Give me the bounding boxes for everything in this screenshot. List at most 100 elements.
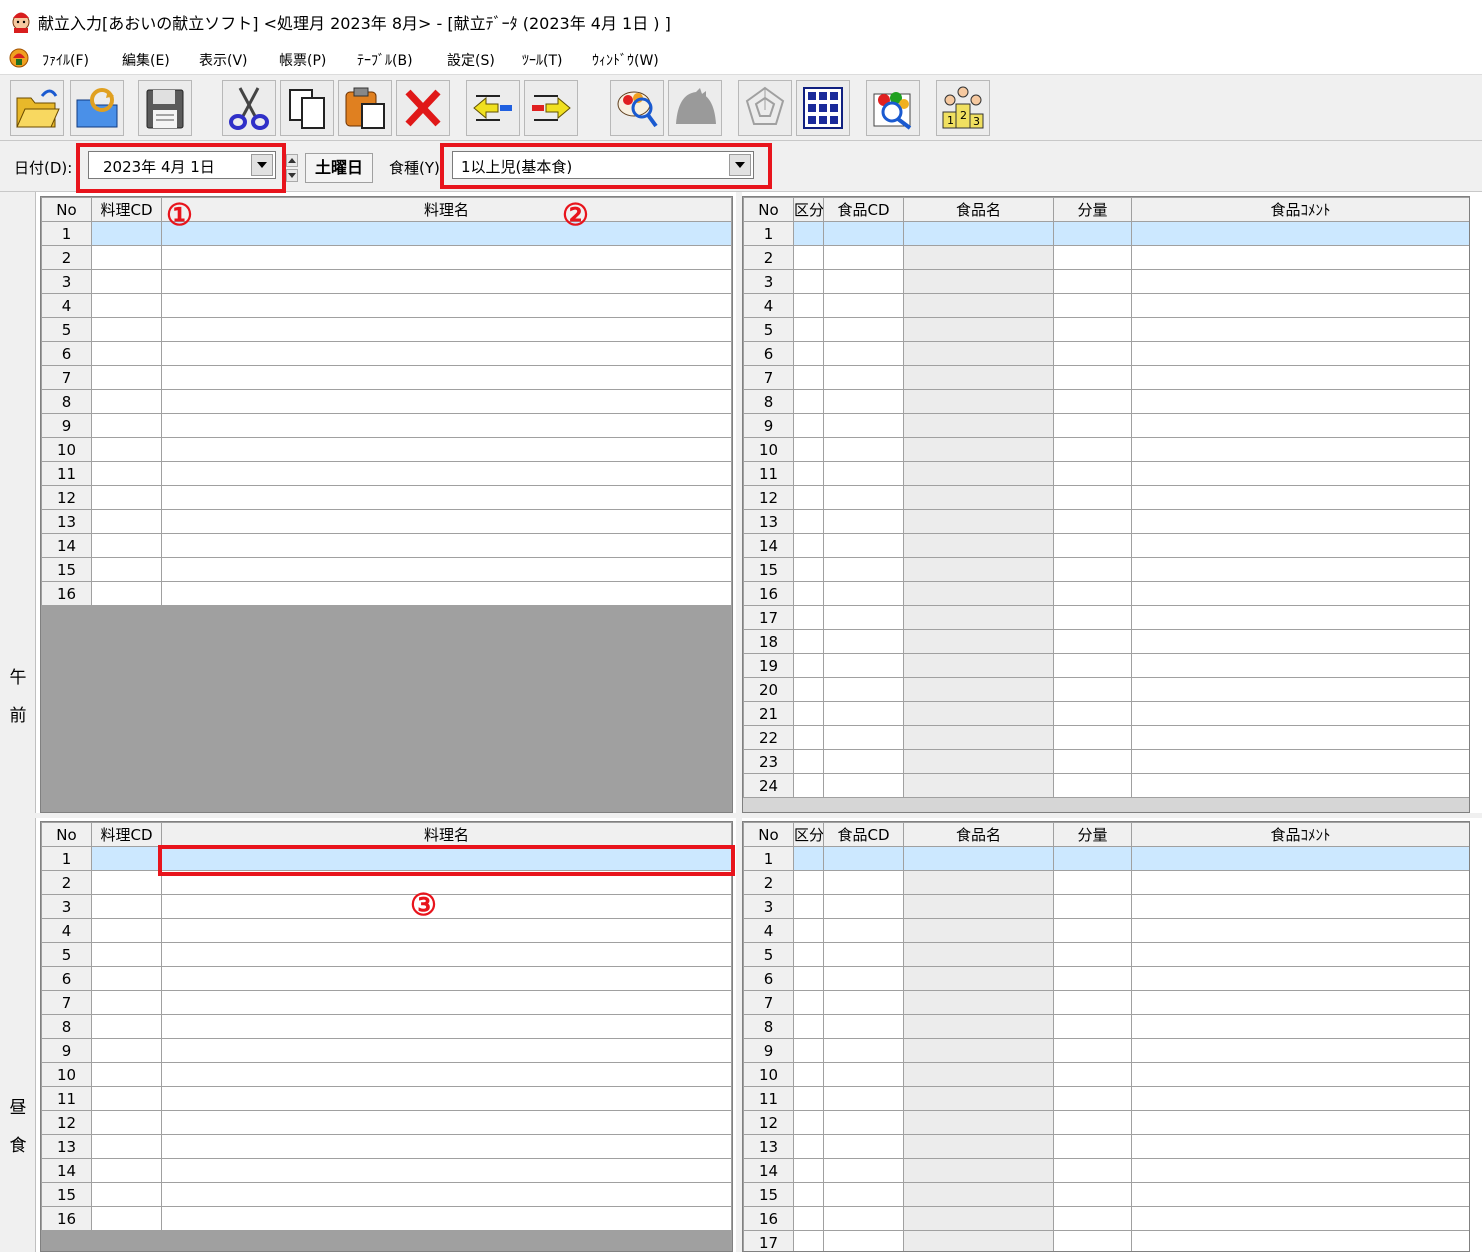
table-row[interactable]: 11 bbox=[41, 461, 732, 486]
cell-category[interactable] bbox=[793, 966, 824, 991]
cell-category[interactable] bbox=[793, 1086, 824, 1111]
cell-food-cd[interactable] bbox=[823, 533, 904, 558]
cell-food-cd[interactable] bbox=[823, 317, 904, 342]
table-row[interactable]: 24 bbox=[743, 773, 1469, 798]
table-row[interactable]: 7 bbox=[743, 365, 1469, 390]
cell-food-comment[interactable] bbox=[1131, 341, 1469, 366]
food-check-button[interactable] bbox=[866, 80, 920, 136]
cell-food-cd[interactable] bbox=[823, 1182, 904, 1207]
cell-dish-name[interactable] bbox=[161, 1062, 732, 1087]
cell-amount[interactable] bbox=[1053, 605, 1132, 630]
table-row[interactable]: 16 bbox=[41, 581, 732, 606]
table-row[interactable]: 9 bbox=[41, 413, 732, 438]
cell-food-name[interactable] bbox=[903, 221, 1054, 246]
cell-category[interactable] bbox=[793, 341, 824, 366]
table-row[interactable]: 3 bbox=[743, 894, 1469, 919]
cell-category[interactable] bbox=[793, 1014, 824, 1039]
cell-food-comment[interactable] bbox=[1131, 1182, 1469, 1207]
cell-food-cd[interactable] bbox=[823, 1086, 904, 1111]
cell-food-name[interactable] bbox=[903, 533, 1054, 558]
table-row[interactable]: 15 bbox=[743, 557, 1469, 582]
cell-dish-cd[interactable] bbox=[91, 1086, 162, 1111]
cell-category[interactable] bbox=[793, 1206, 824, 1231]
cell-category[interactable] bbox=[793, 1158, 824, 1183]
cell-food-cd[interactable] bbox=[823, 773, 904, 798]
table-row[interactable]: 11 bbox=[743, 461, 1469, 486]
table-row[interactable]: 2 bbox=[743, 870, 1469, 895]
cell-amount[interactable] bbox=[1053, 1134, 1132, 1159]
cell-food-name[interactable] bbox=[903, 1086, 1054, 1111]
cell-dish-cd[interactable] bbox=[91, 317, 162, 342]
cell-food-cd[interactable] bbox=[823, 629, 904, 654]
cell-food-cd[interactable] bbox=[823, 1038, 904, 1063]
table-row[interactable]: 10 bbox=[743, 1062, 1469, 1087]
cell-food-name[interactable] bbox=[903, 1230, 1054, 1251]
cell-amount[interactable] bbox=[1053, 533, 1132, 558]
cell-food-comment[interactable] bbox=[1131, 485, 1469, 510]
cell-dish-name[interactable] bbox=[161, 1182, 732, 1207]
cell-food-cd[interactable] bbox=[823, 870, 904, 895]
cell-food-cd[interactable] bbox=[823, 581, 904, 606]
reload-folder-button[interactable] bbox=[70, 80, 124, 136]
table-row[interactable]: 4 bbox=[41, 293, 732, 318]
table-row[interactable]: 7 bbox=[743, 990, 1469, 1015]
cell-food-name[interactable] bbox=[903, 581, 1054, 606]
table-row[interactable]: 14 bbox=[41, 533, 732, 558]
table-row[interactable]: 1 bbox=[743, 846, 1469, 871]
table-row[interactable]: 16 bbox=[41, 1206, 732, 1231]
cell-food-name[interactable] bbox=[903, 317, 1054, 342]
cell-amount[interactable] bbox=[1053, 557, 1132, 582]
cell-food-cd[interactable] bbox=[823, 605, 904, 630]
cell-category[interactable] bbox=[793, 1110, 824, 1135]
menu-settings[interactable]: 設定(S) bbox=[447, 50, 495, 70]
table-row[interactable]: 8 bbox=[743, 389, 1469, 414]
cell-dish-cd[interactable] bbox=[91, 870, 162, 895]
cell-category[interactable] bbox=[793, 437, 824, 462]
cell-food-cd[interactable] bbox=[823, 966, 904, 991]
cell-amount[interactable] bbox=[1053, 870, 1132, 895]
cell-category[interactable] bbox=[793, 725, 824, 750]
cell-food-cd[interactable] bbox=[823, 1134, 904, 1159]
cell-food-name[interactable] bbox=[903, 870, 1054, 895]
cell-food-name[interactable] bbox=[903, 389, 1054, 414]
cell-dish-name[interactable] bbox=[161, 341, 732, 366]
menu-edit[interactable]: 編集(E) bbox=[122, 50, 170, 70]
cell-food-comment[interactable] bbox=[1131, 557, 1469, 582]
cell-food-name[interactable] bbox=[903, 1206, 1054, 1231]
save-button[interactable] bbox=[138, 80, 192, 136]
table-row[interactable]: 21 bbox=[743, 701, 1469, 726]
column-header-food-name[interactable]: 食品名 bbox=[903, 822, 1054, 847]
cell-food-comment[interactable] bbox=[1131, 317, 1469, 342]
cell-dish-name[interactable] bbox=[161, 1134, 732, 1159]
cell-food-name[interactable] bbox=[903, 461, 1054, 486]
cell-food-cd[interactable] bbox=[823, 245, 904, 270]
cell-food-cd[interactable] bbox=[823, 918, 904, 943]
cell-category[interactable] bbox=[793, 557, 824, 582]
cell-food-comment[interactable] bbox=[1131, 918, 1469, 943]
cell-dish-name[interactable] bbox=[161, 846, 732, 871]
cell-food-cd[interactable] bbox=[823, 653, 904, 678]
table-row[interactable]: 3 bbox=[41, 269, 732, 294]
column-header-food-comment[interactable]: 食品ｺﾒﾝﾄ bbox=[1131, 197, 1469, 222]
column-header-category[interactable]: 区分 bbox=[793, 197, 824, 222]
cell-amount[interactable] bbox=[1053, 966, 1132, 991]
cell-category[interactable] bbox=[793, 485, 824, 510]
table-row[interactable]: 6 bbox=[743, 341, 1469, 366]
cell-food-comment[interactable] bbox=[1131, 1062, 1469, 1087]
table-row[interactable]: 9 bbox=[743, 1038, 1469, 1063]
table-row[interactable]: 16 bbox=[743, 581, 1469, 606]
cell-dish-name[interactable] bbox=[161, 389, 732, 414]
export-button[interactable] bbox=[524, 80, 578, 136]
cell-food-name[interactable] bbox=[903, 846, 1054, 871]
cell-amount[interactable] bbox=[1053, 846, 1132, 871]
cell-food-name[interactable] bbox=[903, 365, 1054, 390]
table-row[interactable]: 9 bbox=[743, 413, 1469, 438]
column-header-no[interactable]: No bbox=[743, 197, 794, 222]
cell-dish-name[interactable] bbox=[161, 1014, 732, 1039]
cell-food-comment[interactable] bbox=[1131, 894, 1469, 919]
cell-amount[interactable] bbox=[1053, 1182, 1132, 1207]
cell-food-cd[interactable] bbox=[823, 509, 904, 534]
cell-food-name[interactable] bbox=[903, 1014, 1054, 1039]
cell-amount[interactable] bbox=[1053, 581, 1132, 606]
cell-dish-cd[interactable] bbox=[91, 365, 162, 390]
